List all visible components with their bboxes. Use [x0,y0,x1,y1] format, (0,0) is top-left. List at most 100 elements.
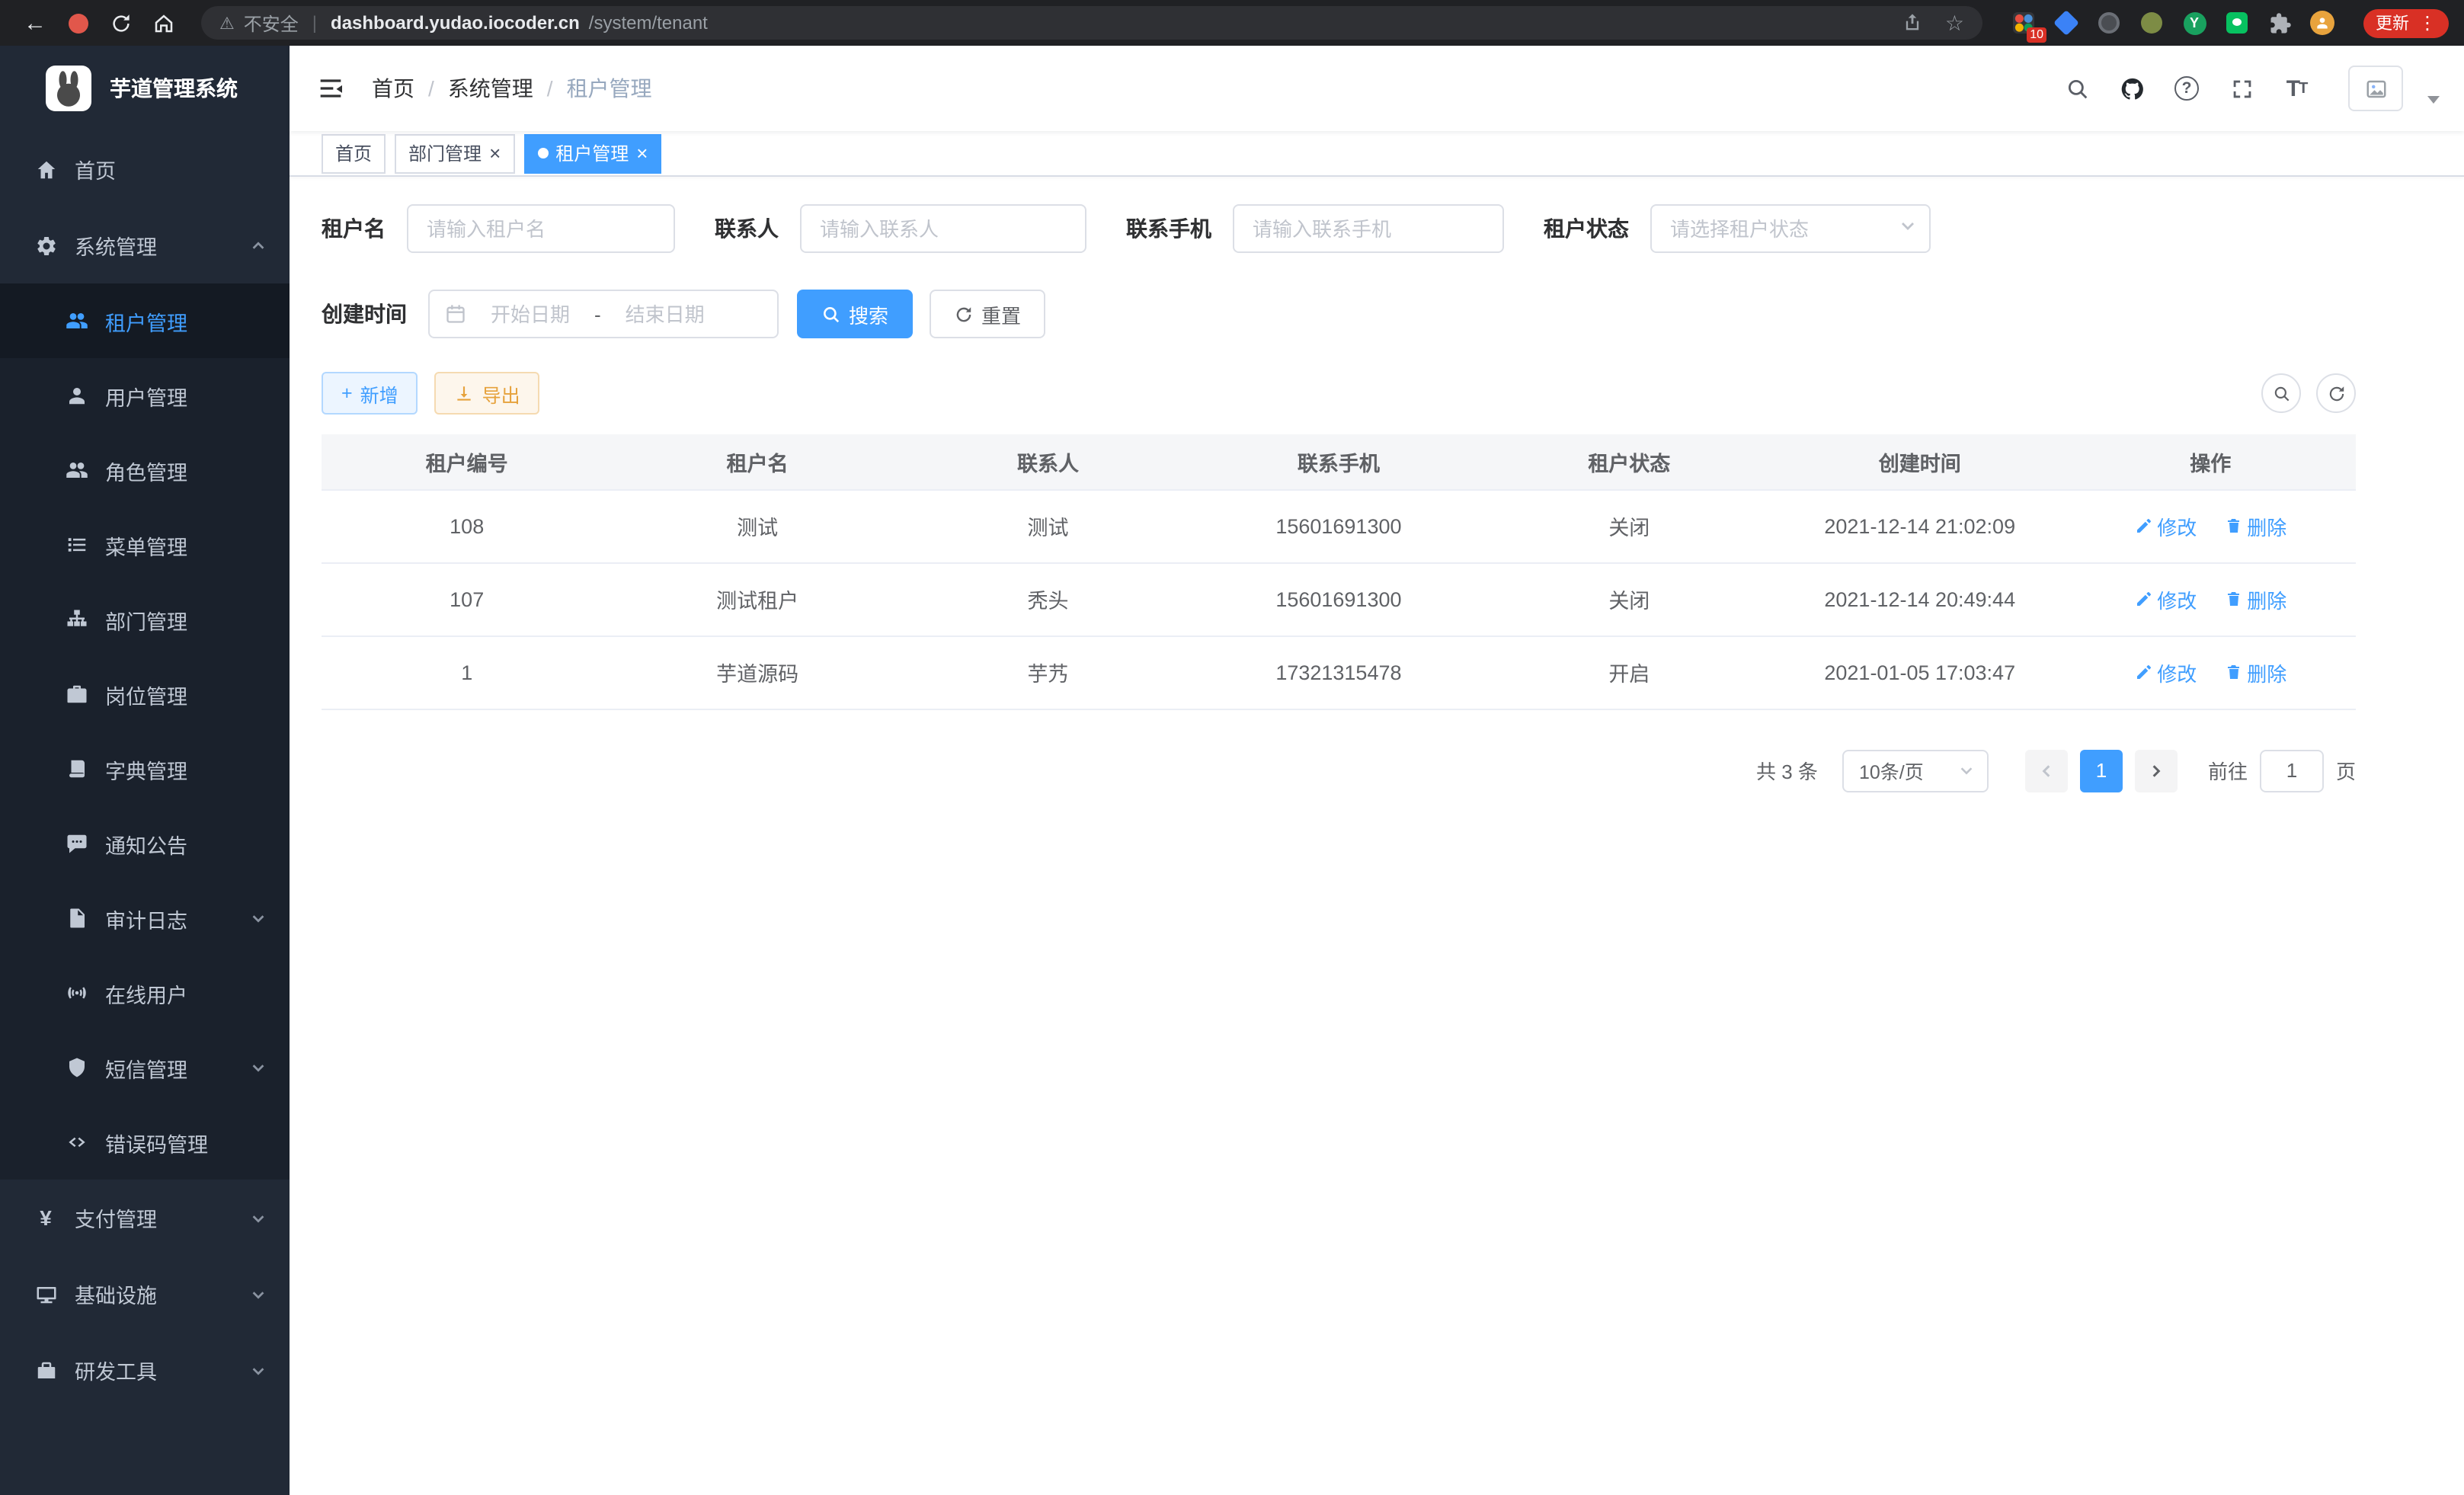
dict-book-icon [64,757,88,781]
edit-button[interactable]: 修改 [2134,658,2197,687]
export-button[interactable]: 导出 [435,372,540,415]
kebab-menu-icon[interactable]: ⋮ [2418,12,2437,34]
sidebar-item-home[interactable]: 首页 [0,131,290,207]
sidebar-item-menu[interactable]: 菜单管理 [0,507,290,582]
caret-down-icon[interactable] [2427,95,2440,103]
extension-badge: 10 [2027,27,2046,43]
security-label: 不安全 [244,10,299,36]
sidebar-item-role[interactable]: 角色管理 [0,433,290,507]
filter-status: 租户状态 [1544,204,1931,253]
sidebar-item-infra[interactable]: 基础设施 [0,1256,290,1332]
col-status: 租户状态 [1484,434,1774,489]
next-page-button[interactable] [2135,749,2178,792]
table-row: 108 测试 测试 15601691300 关闭 2021-12-14 21:0… [322,489,2356,562]
extension-badged-button[interactable]: 10 [2010,9,2037,37]
sidebar-item-dept[interactable]: 部门管理 [0,582,290,657]
edit-button[interactable]: 修改 [2134,584,2197,613]
extensions-menu-button[interactable] [2266,9,2293,37]
date-end-input[interactable] [607,303,723,325]
delete-button[interactable]: 删除 [2224,584,2286,613]
status-select[interactable] [1650,204,1931,253]
fullscreen-button[interactable] [2223,70,2260,107]
font-size-button[interactable]: TT [2278,70,2315,107]
search-icon [2064,75,2090,101]
app-navbar: 首页 / 系统管理 / 租户管理 ? [290,46,2464,131]
sidebar-item-pay[interactable]: ¥ 支付管理 [0,1180,290,1256]
add-button[interactable]: + 新增 [322,372,418,415]
sidebar-fold-button[interactable] [314,72,347,105]
goto-page-input[interactable] [2260,749,2324,792]
reload-button[interactable] [101,5,140,41]
tab-tenant[interactable]: 租户管理 × [523,133,661,173]
extension-green-button[interactable]: Y [2181,9,2208,37]
dark-circle-icon [2098,12,2120,34]
edit-button[interactable]: 修改 [2134,511,2197,540]
sidebar-item-tenant[interactable]: 租户管理 [0,283,290,358]
sidebar-item-user[interactable]: 用户管理 [0,358,290,433]
extension-olive-button[interactable] [2138,9,2165,37]
delete-button[interactable]: 删除 [2224,658,2286,687]
home-button[interactable] [143,5,183,41]
contact-input[interactable] [800,204,1086,253]
download-icon [455,383,475,403]
cell-phone: 17321315478 [1193,635,1483,709]
col-tenant-id: 租户编号 [322,434,612,489]
close-icon[interactable]: × [636,143,648,163]
page-size-select[interactable]: 10条/页 [1842,749,1989,792]
forward-button[interactable] [58,5,98,41]
tab-home[interactable]: 首页 [322,133,386,173]
delete-button[interactable]: 删除 [2224,511,2286,540]
share-icon[interactable] [1902,12,1924,34]
date-range-picker[interactable]: - [428,290,779,338]
col-tenant-name: 租户名 [612,434,902,489]
extension-drop-button[interactable] [2053,9,2080,37]
sidebar-item-system[interactable]: 系统管理 [0,207,290,283]
tenant-name-input[interactable] [407,204,675,253]
code-icon [64,1130,88,1154]
chevron-down-icon [250,1208,268,1227]
toggle-search-button[interactable] [2261,373,2301,413]
date-start-input[interactable] [472,303,588,325]
prev-page-button[interactable] [2025,749,2068,792]
url-bar[interactable]: ⚠ 不安全 | dashboard.yudao.iocoder.cn/syste… [201,6,1982,40]
bookmark-star-icon[interactable]: ☆ [1945,10,1964,36]
sidebar-item-errorcode[interactable]: 错误码管理 [0,1105,290,1180]
refresh-icon [954,304,974,324]
breadcrumb-home[interactable]: 首页 [372,73,414,104]
search-button[interactable]: 搜索 [797,290,913,338]
sidebar-item-devtools[interactable]: 研发工具 [0,1332,290,1408]
calendar-icon [445,303,466,325]
reset-button[interactable]: 重置 [930,290,1045,338]
broken-image-icon [2364,77,2387,100]
help-button[interactable]: ? [2168,70,2205,107]
refresh-table-button[interactable] [2316,373,2356,413]
back-button[interactable]: ← [15,5,55,41]
breadcrumb-system[interactable]: 系统管理 [448,73,533,104]
close-icon[interactable]: × [489,143,501,163]
yen-icon: ¥ [34,1205,58,1230]
sidebar-item-notice[interactable]: 通知公告 [0,806,290,881]
user-avatar[interactable] [2348,66,2403,111]
extension-wechat-button[interactable] [2223,9,2251,37]
sidebar-item-dict[interactable]: 字典管理 [0,731,290,806]
back-arrow-icon: ← [24,10,46,36]
github-link-button[interactable] [2114,70,2150,107]
profile-button[interactable] [2309,9,2336,37]
chevron-up-icon [250,236,268,255]
sidebar-item-post[interactable]: 岗位管理 [0,657,290,731]
page-number-1[interactable]: 1 [2080,749,2123,792]
tags-view-bar: 首页 部门管理 × 租户管理 × [290,131,2464,177]
filter-contact: 联系人 [715,204,1086,253]
tab-dept[interactable]: 部门管理 × [395,133,514,173]
briefcase-icon [64,682,88,706]
header-search-button[interactable] [2059,70,2095,107]
cell-phone: 15601691300 [1193,562,1483,635]
cell-contact: 秃头 [903,562,1193,635]
filter-row-1: 租户名 联系人 联系手机 租户状态 [322,204,2356,253]
sidebar-item-auditlog[interactable]: 审计日志 [0,881,290,956]
browser-update-button[interactable]: 更新 ⋮ [2363,8,2449,37]
sidebar-item-online[interactable]: 在线用户 [0,956,290,1030]
sidebar-item-sms[interactable]: 短信管理 [0,1030,290,1105]
extension-dark-button[interactable] [2095,9,2123,37]
phone-input[interactable] [1233,204,1504,253]
